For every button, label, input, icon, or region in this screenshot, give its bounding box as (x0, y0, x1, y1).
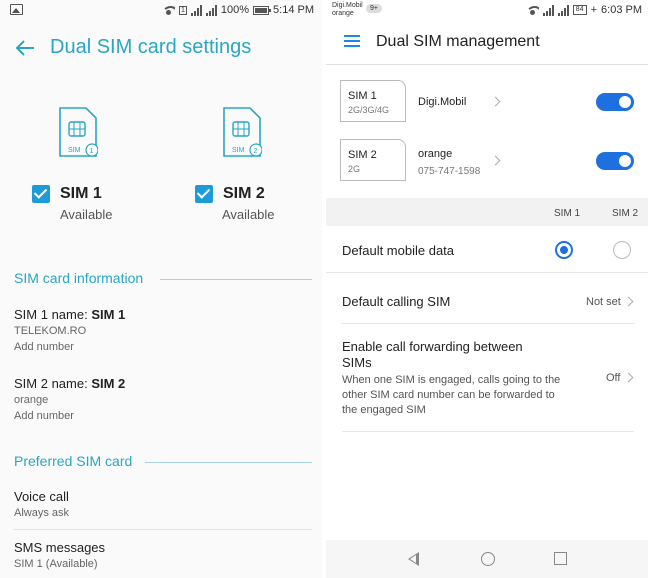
default-calling-sim-value: Not set (586, 296, 621, 308)
nav-home-icon[interactable] (481, 552, 495, 566)
wifi-icon (161, 5, 175, 15)
status-time: 6:03 PM (601, 4, 642, 16)
sim-2-box-type: 2G (348, 164, 361, 174)
left-app-bar: Dual SIM card settings (0, 26, 322, 70)
sim-card-1-label: SIM (68, 147, 81, 154)
mobile-data-sim-2-radio[interactable] (613, 241, 631, 259)
navigation-bar (326, 540, 648, 578)
sim-1-add-number[interactable]: Add number (14, 341, 74, 353)
charging-plus-icon: + (590, 4, 598, 16)
left-status-bar: 1 100% 5:14 PM (0, 0, 322, 22)
carrier-1-name: Digi.Mobil (332, 2, 363, 9)
sim-1-box-type: 2G/3G/4G (348, 105, 390, 115)
sim-1-card-icon: SIM 1 2G/3G/4G (340, 80, 406, 122)
preferred-sim-divider (145, 462, 312, 463)
sim-1-carrier: TELEKOM.RO (14, 325, 87, 337)
list-divider (326, 272, 648, 273)
call-forwarding-label: Enable call forwarding between SIMs (342, 339, 523, 370)
section-band (326, 198, 648, 226)
preferred-sim-heading: Preferred SIM card (14, 453, 133, 469)
sim-card-2-icon: SIM 2 (223, 107, 262, 157)
carrier-names: Digi.Mobil orange (332, 2, 363, 18)
sim-2-checkbox[interactable] (195, 185, 213, 203)
signal-2-icon (557, 4, 569, 16)
right-app-bar: Dual SIM management (326, 22, 648, 66)
sim-1-status: Available (60, 207, 113, 222)
column-sim-1: SIM 1 (554, 208, 581, 219)
list-divider (14, 529, 312, 530)
voice-call-value: Always ask (14, 507, 70, 519)
battery-percent: 100% (220, 4, 250, 16)
chevron-right-icon (490, 155, 501, 166)
right-status-bar: Digi.Mobil orange 9+ 84 + 6:03 PM (326, 0, 648, 22)
chevron-right-icon (623, 372, 634, 383)
signal-icon (190, 4, 202, 16)
battery-icon (253, 5, 272, 15)
chevron-right-icon (490, 96, 501, 107)
sim-card-1-icon: SIM 1 (59, 107, 98, 157)
list-divider (342, 431, 634, 432)
chevron-right-icon (623, 296, 634, 307)
nav-recents-icon[interactable] (554, 552, 567, 565)
battery-icon: 84 (572, 5, 587, 15)
default-calling-sim-label: Default calling SIM (342, 294, 451, 309)
sim-2-name-row: SIM 2 name: SIM 2 (14, 376, 126, 391)
sim-card-2-number: 2 (254, 148, 258, 155)
sim-2-checkbox-row[interactable]: SIM 2 (195, 185, 265, 203)
signal-icon (542, 4, 554, 16)
gallery-notification-icon (10, 4, 23, 15)
sim-indicator: 1 (178, 5, 187, 15)
notification-badge: 9+ (366, 4, 382, 13)
sim-info-divider (160, 279, 312, 280)
voice-call-title: Voice call (14, 489, 69, 504)
sim-info-heading: SIM card information (14, 270, 144, 286)
left-settings-screen: 1 100% 5:14 PM Dual SIM card settings SI… (0, 0, 322, 578)
page-title: Dual SIM card settings (50, 36, 252, 58)
header-divider (326, 64, 648, 65)
back-arrow-icon[interactable] (14, 37, 36, 59)
sim-2-box-name: SIM 2 (348, 149, 377, 161)
call-forwarding-description: When one SIM is engaged, calls going to … (342, 374, 561, 416)
column-sim-2: SIM 2 (612, 208, 639, 219)
default-mobile-data-label: Default mobile data (342, 243, 455, 258)
sim-1-label: SIM 1 (60, 185, 102, 202)
sim-1-checkbox-row[interactable]: SIM 1 (32, 185, 102, 203)
sim-1-checkbox[interactable] (32, 185, 50, 203)
sim-1-toggle[interactable] (596, 93, 634, 111)
page-title: Dual SIM management (376, 33, 540, 50)
status-time: 5:14 PM (273, 4, 314, 16)
sim-1-box-name: SIM 1 (348, 90, 377, 102)
list-divider (342, 323, 634, 324)
sim-1-name-row: SIM 1 name: SIM 1 (14, 307, 126, 322)
sim-1-carrier: Digi.Mobil (418, 96, 467, 108)
sim-2-add-number[interactable]: Add number (14, 410, 74, 422)
wifi-icon (525, 5, 539, 15)
sim-2-status: Available (222, 207, 275, 222)
sim-card-1-number: 1 (90, 148, 94, 155)
sim-2-number: 075-747-1598 (418, 166, 481, 177)
right-settings-screen: Digi.Mobil orange 9+ 84 + 6:03 PM Dual S… (324, 0, 648, 578)
sim-2-carrier: orange (418, 148, 453, 160)
sim-2-carrier: orange (14, 394, 49, 406)
sim-2-card-icon: SIM 2 2G (340, 139, 406, 181)
sim-2-label: SIM 2 (223, 185, 265, 202)
carrier-2-name: orange (332, 10, 354, 17)
signal-2-icon (205, 4, 217, 16)
mobile-data-sim-1-radio[interactable] (555, 241, 573, 259)
sms-messages-value: SIM 1 (Available) (14, 558, 98, 570)
menu-icon[interactable] (344, 35, 360, 47)
sim-card-2-label: SIM (232, 147, 245, 154)
nav-back-icon[interactable] (408, 552, 419, 566)
call-forwarding-value: Off (606, 372, 621, 384)
sms-messages-title: SMS messages (14, 540, 106, 555)
sim-2-toggle[interactable] (596, 152, 634, 170)
